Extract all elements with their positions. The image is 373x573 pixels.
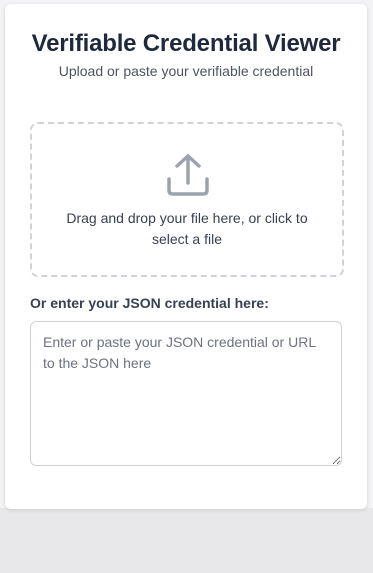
json-credential-input[interactable] [30, 321, 342, 466]
page-title: Verifiable Credential Viewer [31, 30, 341, 57]
json-input-label: Or enter your JSON credential here: [30, 295, 269, 311]
page-subtitle: Upload or paste your verifiable credenti… [58, 63, 314, 79]
credential-viewer-card: Verifiable Credential Viewer Upload or p… [5, 4, 367, 509]
dropzone-instructions: Drag and drop your file here, or click t… [66, 210, 308, 247]
upload-icon [167, 154, 209, 196]
file-dropzone[interactable]: Drag and drop your file here, or click t… [30, 122, 344, 277]
